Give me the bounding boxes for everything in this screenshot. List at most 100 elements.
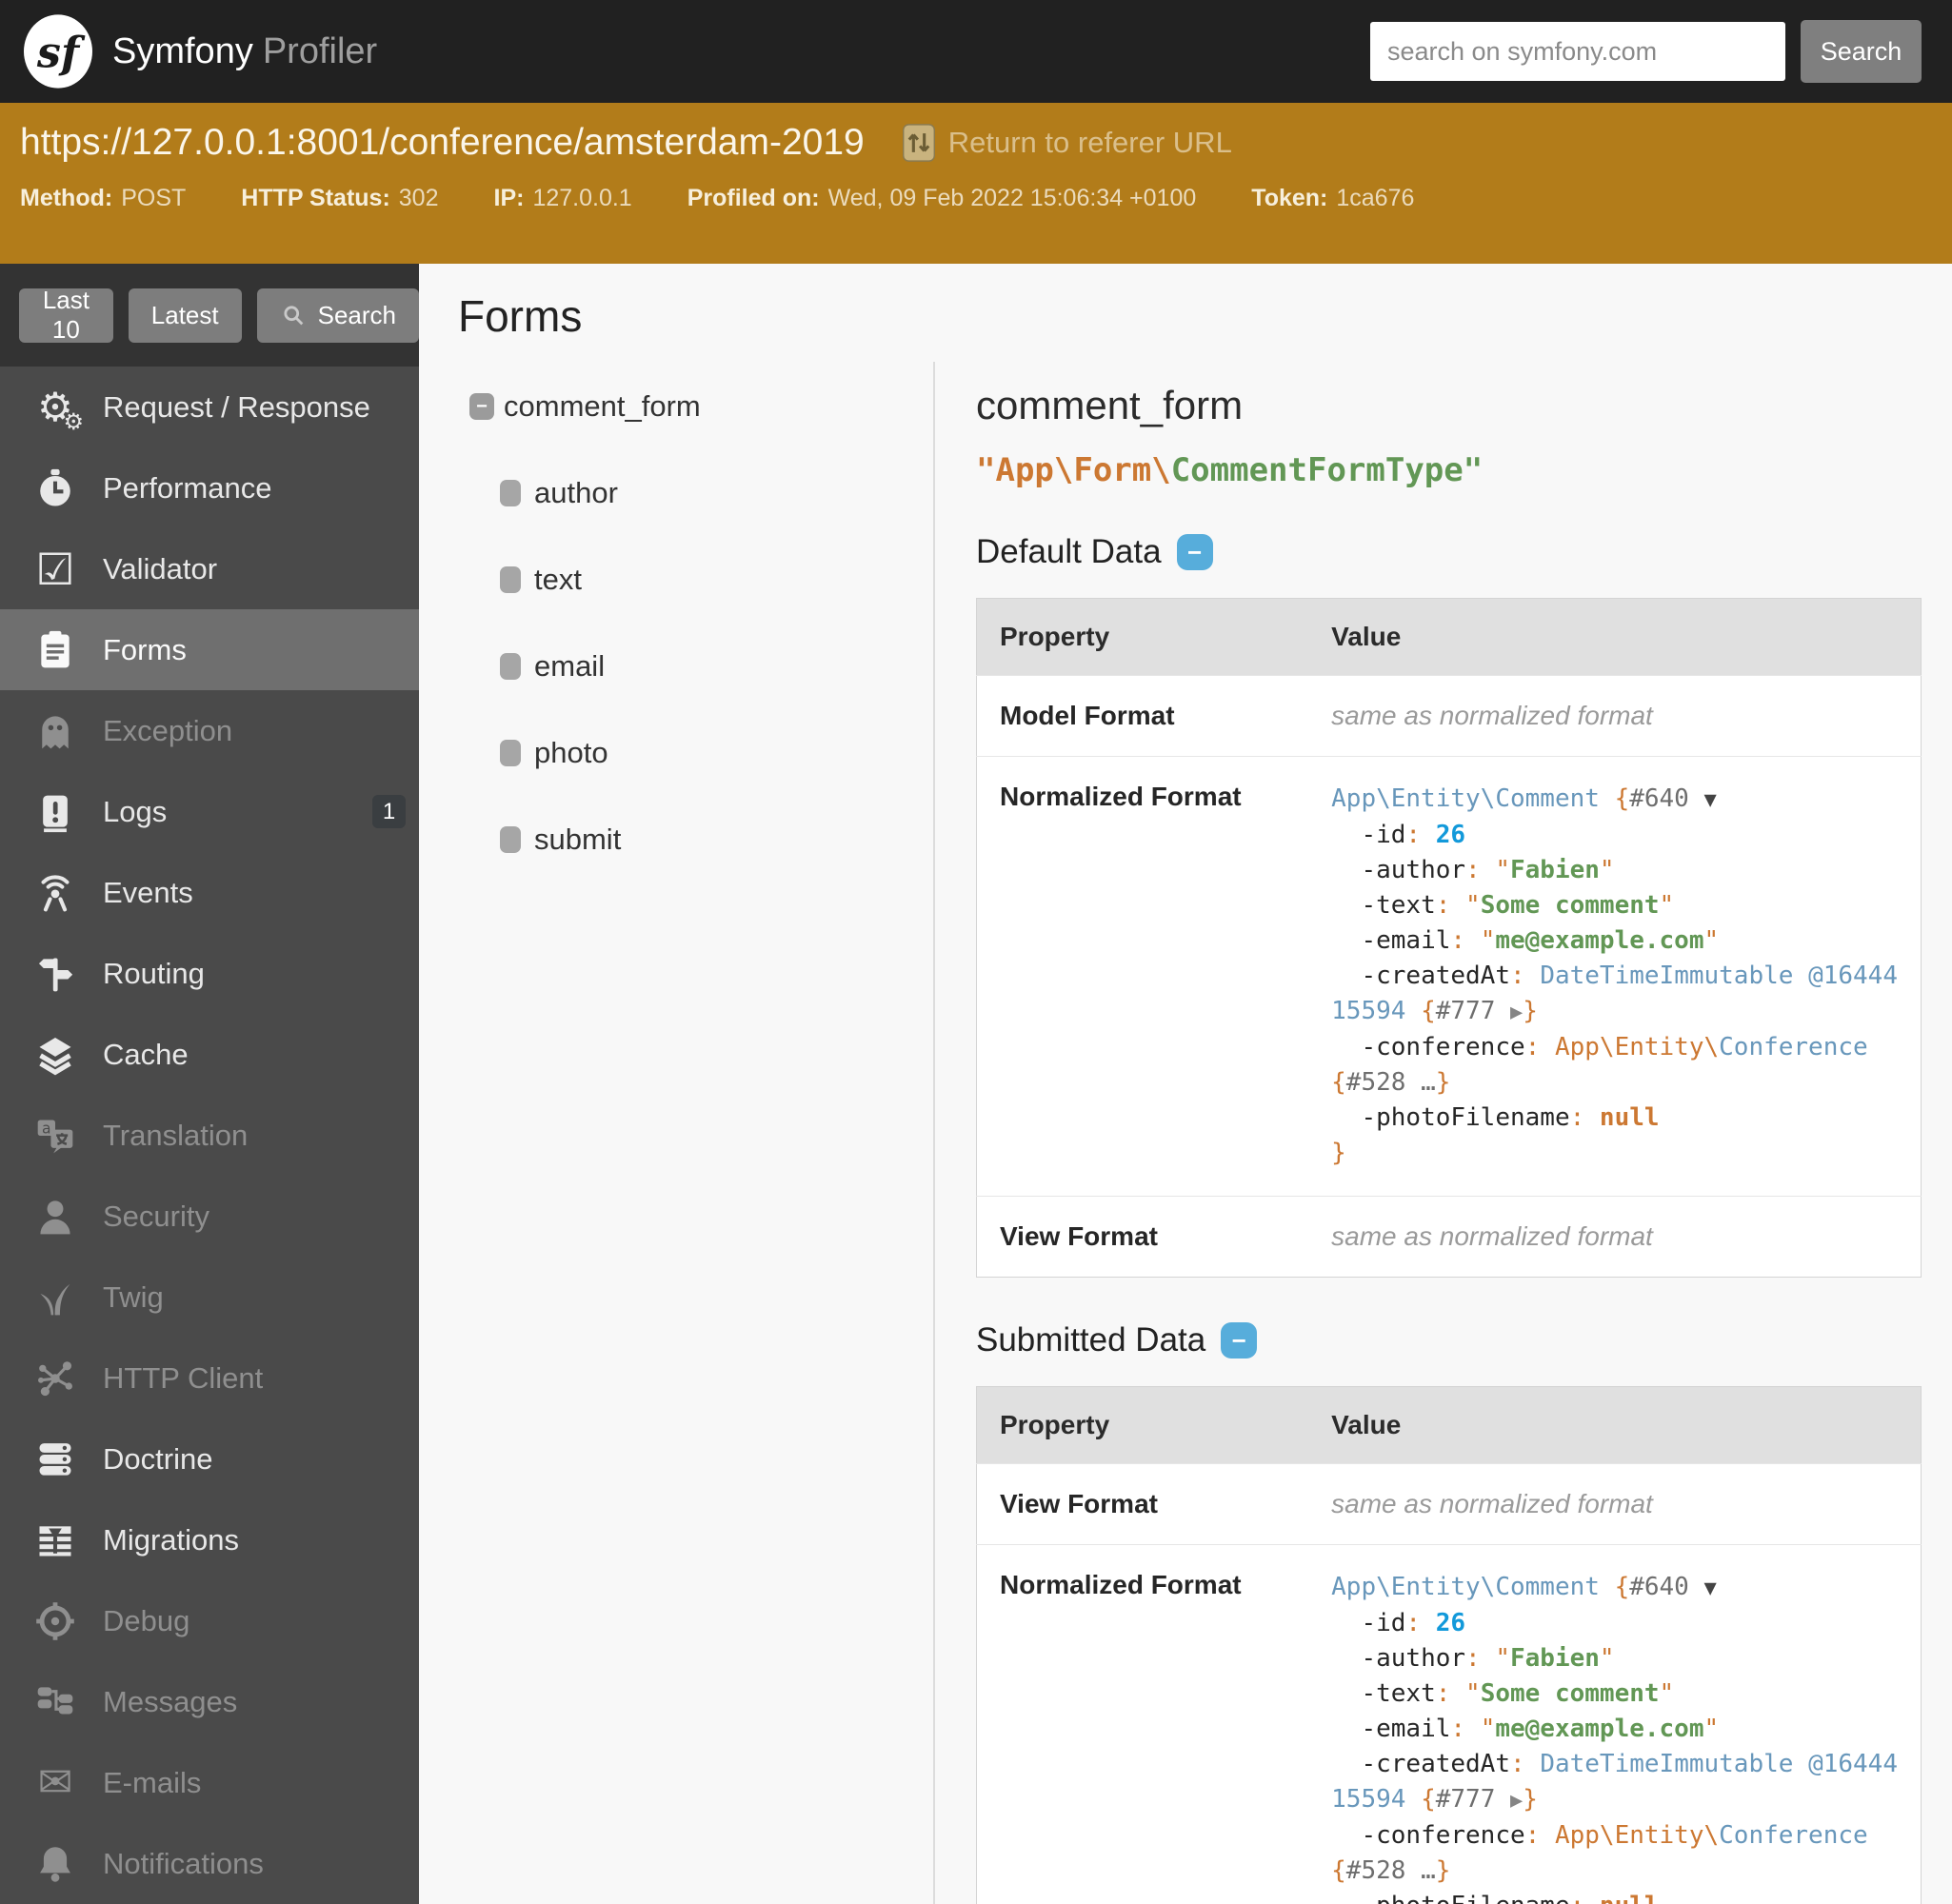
sidebar-item-label: Debug [103,1603,190,1637]
expand-caret-icon[interactable]: ▶ [1510,1001,1523,1024]
sidebar-item-label: HTTP Client [103,1360,264,1395]
meta-method: Method: POST [20,185,187,211]
latest-button[interactable]: Latest [128,288,242,343]
sidebar-item-routing[interactable]: Routing [0,933,419,1014]
sidebar-item-performance[interactable]: Performance [0,447,419,528]
migrations-icon [32,1517,78,1563]
search-input[interactable] [1370,22,1785,81]
tree-node-text[interactable]: text [500,536,933,623]
sidebar-item-label: Security [103,1199,209,1233]
value-cell: same as normalized format [1308,675,1922,757]
referer-label: Return to referer URL [947,126,1232,159]
sidebar-item-request-response[interactable]: ⚙ ⚙ Request / Response [0,367,419,447]
property-cell: Normalized Format [976,756,1309,1197]
section-heading-submitted-data: Submitted Data − [976,1321,1922,1359]
expand-caret-icon[interactable]: ▶ [1510,1789,1523,1813]
sidebar-item-label: Request / Response [103,389,370,424]
last-10-button[interactable]: Last 10 [19,286,113,344]
column-header-property: Property [976,598,1309,676]
sidebar-item-migrations[interactable]: Migrations [0,1499,419,1580]
brand-profiler: Profiler [262,30,378,71]
tree-bullet-icon [500,565,521,593]
stopwatch-icon [32,466,78,511]
sidebar-item-events[interactable]: Events [0,852,419,933]
top-bar: sf Symfony Profiler Search [0,0,1952,103]
tree-node-label: photo [534,735,608,769]
sidebar-item-validator[interactable]: ☑ Validator [0,528,419,609]
return-to-referer-link[interactable]: Return to referer URL [902,124,1232,162]
sidebar-item-label: Cache [103,1037,189,1071]
sidebar-item-label: Validator [103,551,218,585]
sidebar-item-label: Events [103,875,193,909]
tree-node-label: submit [534,822,622,856]
check-square-icon: ☑ [35,544,75,594]
section-collapse-toggle[interactable]: − [1176,534,1213,570]
translation-icon: a [32,1113,78,1159]
gears-icon: ⚙ ⚙ [37,384,84,435]
tree-node-photo[interactable]: photo [500,709,933,796]
table-row: View Format same as normalized format [976,1463,1922,1545]
collapse-caret-icon[interactable]: ▼ [1704,788,1717,812]
tree-node-comment-form[interactable]: − comment_form [469,377,933,436]
envelope-icon: ✉ [37,1758,73,1806]
search-button[interactable]: Search [256,288,419,343]
tree-node-email[interactable]: email [500,623,933,709]
sidebar-item-logs[interactable]: Logs 1 [0,771,419,852]
sidebar-item-label: Exception [103,713,233,747]
sidebar-item-label: Routing [103,956,205,990]
sidebar-item-doctrine[interactable]: Doctrine [0,1418,419,1499]
brand-symfony: Symfony [112,30,253,71]
collapse-caret-icon[interactable]: ▼ [1704,1577,1717,1600]
svg-text:sf: sf [36,29,86,78]
section-collapse-toggle[interactable]: − [1221,1322,1258,1359]
property-cell: Model Format [976,675,1309,757]
network-icon [32,1356,78,1401]
meta-token: Token: 1ca676 [1251,185,1415,211]
bell-icon [32,1841,78,1887]
sidebar-item-forms[interactable]: Forms [0,609,419,690]
sidebar-item-label: E-mails [103,1765,202,1799]
table-row: Model Format same as normalized format [976,675,1922,757]
value-cell: same as normalized format [1308,1463,1922,1545]
table-row: Normalized Format App\Entity\Comment {#64… [976,1544,1922,1904]
app-title: Symfony Profiler [112,31,377,72]
sidebar-item-cache[interactable]: Cache [0,1014,419,1095]
search-button[interactable]: Search [1801,20,1922,83]
sidebar-item-messages: Messages [0,1661,419,1742]
tree-bullet-icon [500,479,521,506]
sidebar-item-label: Migrations [103,1522,239,1557]
sidebar-item-label: Messages [103,1684,238,1718]
main-panel: Forms − comment_form author text email phot… [419,264,1952,1904]
sidebar-item-label: Doctrine [103,1441,213,1476]
sidebar: Last 10 Latest Search ⚙ ⚙ Request / Response… [0,264,419,1904]
column-header-value: Value [1308,598,1922,676]
value-cell: App\Entity\Comment {#640 ▼ -id: 26 -auth… [1308,1544,1922,1904]
person-icon [32,1194,78,1240]
tree-node-author[interactable]: author [500,449,933,536]
sidebar-item-label: Logs [103,794,168,828]
tree-node-label: text [534,562,582,596]
database-icon [32,1437,78,1482]
symfony-logo-icon: sf [23,14,92,89]
sidebar-item-label: Forms [103,632,187,666]
sidebar-actions: Last 10 Latest Search [0,264,419,367]
form-name-heading: comment_form [976,383,1244,427]
meta-ip: IP: 127.0.0.1 [493,185,632,211]
tree-node-submit[interactable]: submit [500,796,933,883]
page-title: Forms [458,291,583,341]
profiled-url: https://127.0.0.1:8001/conference/amster… [20,122,865,163]
request-meta: Method: POST HTTP Status: 302 IP: 127.0.0.1 Pr… [20,185,1922,212]
layers-icon [32,1032,78,1078]
form-type-class: "App\Form\CommentFormType" [976,451,1922,489]
tree-bullet-icon [500,825,521,853]
clipboard-icon [32,627,78,673]
sidebar-item-http-client: HTTP Client [0,1338,419,1418]
url-row: https://127.0.0.1:8001/conference/amster… [20,103,1922,164]
var-dump: App\Entity\Comment {#640 ▼ -id: 26 -auth… [1331,784,1898,1167]
return-arrows-icon [902,124,935,162]
collapse-toggle-icon[interactable]: − [469,393,494,420]
messages-icon [32,1679,78,1725]
form-tree-panel: − comment_form author text email photo submi… [419,362,935,1904]
var-dump: App\Entity\Comment {#640 ▼ -id: 26 -auth… [1331,1573,1898,1904]
sidebar-item-notifications: Notifications [0,1823,419,1904]
